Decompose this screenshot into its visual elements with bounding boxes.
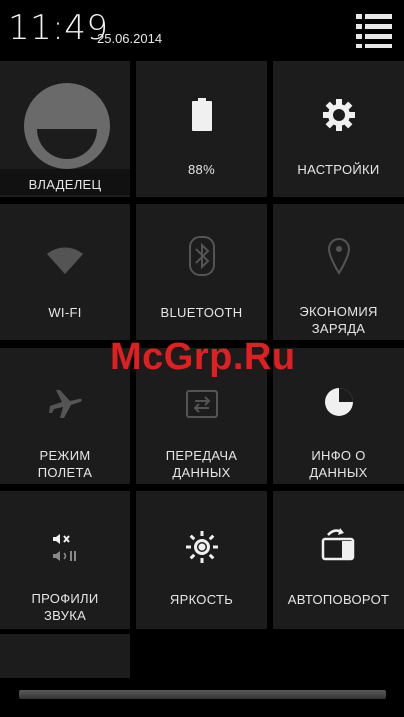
- bluetooth-label: BLUETOOTH: [160, 305, 243, 320]
- location-pin-icon: [319, 236, 359, 276]
- owner-tile[interactable]: ВЛАДЕЛЕЦ: [0, 61, 130, 197]
- sound-profile-icon: [45, 529, 85, 569]
- sound-profiles-tile[interactable]: ПРОФИЛИ ЗВУКА: [0, 491, 130, 629]
- user-avatar-icon: [24, 83, 110, 169]
- auto-rotate-label: АВТОПОВОРОТ: [287, 592, 390, 607]
- airplane-label: РЕЖИМ ПОЛЕТА: [37, 448, 93, 480]
- battery-tile[interactable]: 88%: [136, 61, 267, 197]
- wifi-icon: [45, 240, 85, 280]
- sound-profiles-label: ПРОФИЛИ ЗВУКА: [31, 591, 99, 623]
- partial-tile: [0, 634, 130, 678]
- data-transfer-label: ПЕРЕДАЧА ДАННЫХ: [165, 448, 238, 480]
- auto-rotate-tile[interactable]: АВТОПОВОРОТ: [273, 491, 404, 629]
- bluetooth-tile[interactable]: BLUETOOTH: [136, 204, 267, 340]
- drag-handle[interactable]: [19, 690, 386, 699]
- battery-icon: [182, 95, 222, 135]
- data-transfer-icon: [182, 384, 222, 424]
- brightness-tile[interactable]: ЯРКОСТЬ: [136, 491, 267, 629]
- power-saving-tile[interactable]: ЭКОНОМИЯ ЗАРЯДА: [273, 204, 404, 340]
- airplane-icon: [45, 384, 85, 424]
- status-bar: 11:49 25.06.2014: [0, 0, 404, 60]
- clock-time: 11:49: [8, 8, 109, 48]
- wifi-label: WI-FI: [48, 305, 82, 320]
- rotate-icon: [319, 525, 359, 565]
- battery-label: 88%: [188, 162, 215, 177]
- gear-icon: [319, 95, 359, 135]
- power-saving-label: ЭКОНОМИЯ ЗАРЯДА: [299, 304, 378, 336]
- owner-label: ВЛАДЕЛЕЦ: [28, 177, 102, 192]
- brightness-label: ЯРКОСТЬ: [169, 592, 234, 607]
- wifi-tile[interactable]: WI-FI: [0, 204, 130, 340]
- settings-tile[interactable]: НАСТРОЙКИ: [273, 61, 404, 197]
- watermark-text: McGrp.Ru: [110, 336, 296, 378]
- sun-icon: [182, 527, 222, 567]
- list-menu-icon[interactable]: [354, 12, 394, 50]
- date-text: 25.06.2014: [97, 31, 163, 46]
- data-info-label: ИНФО О ДАННЫХ: [309, 448, 368, 480]
- pie-chart-icon: [319, 382, 359, 422]
- bluetooth-icon: [182, 236, 222, 276]
- settings-label: НАСТРОЙКИ: [297, 162, 380, 177]
